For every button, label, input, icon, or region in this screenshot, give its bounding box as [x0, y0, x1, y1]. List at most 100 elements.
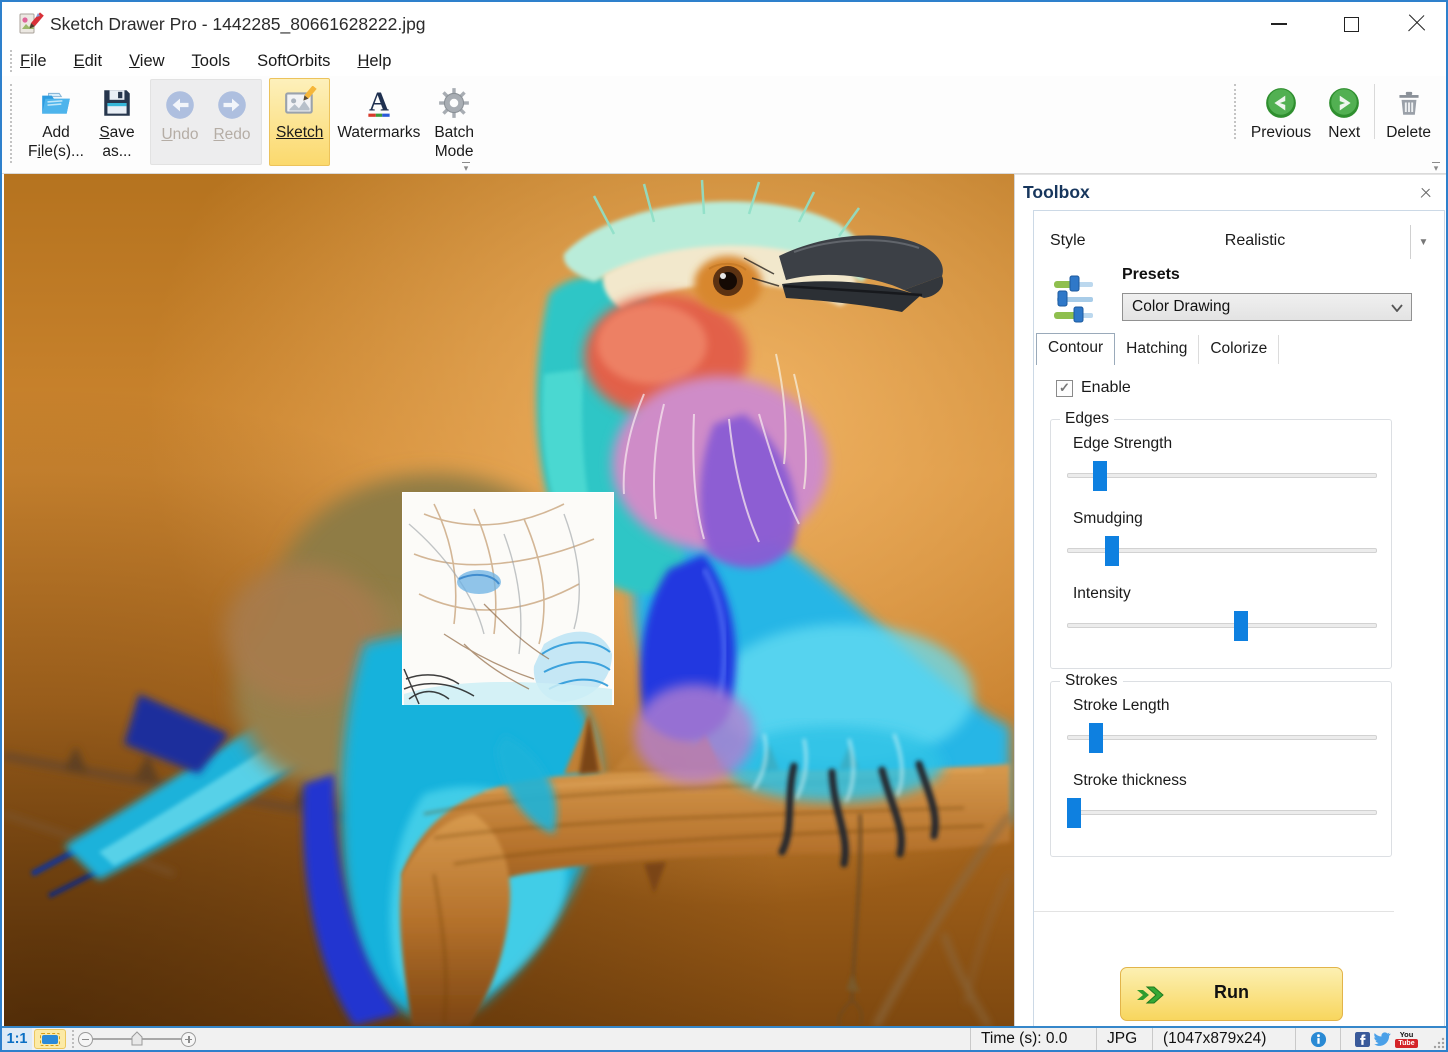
toolbar-button-previous[interactable]: Previous	[1244, 78, 1318, 147]
toolbar-group: Undo Redo	[149, 79, 262, 165]
info-icon[interactable]	[1310, 1031, 1327, 1048]
toolbar-button-sketch[interactable]: Sketch	[268, 78, 331, 166]
slider-stroke-thickness[interactable]	[1065, 794, 1379, 832]
style-label: Style	[1050, 232, 1086, 249]
next-icon	[1327, 86, 1361, 120]
slider-thumb[interactable]	[1067, 798, 1082, 828]
toolbar-button-watermarks[interactable]: A Watermarks	[330, 78, 427, 166]
enable-row: ✓ Enable	[1056, 379, 1131, 397]
toolbar-label: Sketch	[275, 124, 324, 141]
edges-group-title: Edges	[1060, 410, 1114, 428]
slider-edge-strength[interactable]	[1065, 457, 1379, 495]
menu-item-softorbits[interactable]: SoftOrbits	[257, 52, 330, 71]
save-as-icon	[100, 86, 134, 120]
slider-label-edge-strength: Edge Strength	[1073, 435, 1173, 452]
toolbar-button-next[interactable]: Next	[1318, 78, 1370, 147]
slider-label-smudging: Smudging	[1073, 510, 1143, 527]
minimize-button[interactable]	[1258, 8, 1300, 40]
slider-thumb[interactable]	[1233, 611, 1248, 641]
toolbar-button-batch-mode[interactable]: Batch Mode	[427, 78, 481, 166]
close-button[interactable]	[1402, 8, 1432, 40]
toolbox-close-icon[interactable]	[1418, 185, 1434, 201]
fit-to-window-button[interactable]	[34, 1029, 66, 1049]
slider-thumb[interactable]	[1092, 461, 1107, 491]
slider-label-stroke-thickness: Stroke thickness	[1073, 772, 1187, 789]
strokes-group-title: Strokes	[1060, 672, 1123, 690]
toolbar-button-save-as[interactable]: Save as...	[91, 78, 143, 166]
slider-track[interactable]	[1067, 623, 1377, 628]
menu-item-help[interactable]: Help	[357, 52, 391, 71]
window-title: Sketch Drawer Pro - 1442285_80661628222.…	[50, 14, 426, 34]
status-format: JPG	[1096, 1028, 1152, 1050]
toolbar-label: Save	[99, 124, 135, 141]
slider-track[interactable]	[1067, 735, 1377, 740]
title-bar: Sketch Drawer Pro - 1442285_80661628222.…	[2, 2, 1446, 46]
slider-intensity[interactable]	[1065, 607, 1379, 645]
zoom-slider-thumb[interactable]	[131, 1031, 143, 1046]
slider-label-stroke-length: Stroke Length	[1073, 697, 1170, 714]
toolbar: Add File(s)... Save as... Undo Redo Sketch A Wat…	[2, 76, 1446, 174]
tab-hatching[interactable]: Hatching	[1115, 335, 1200, 364]
zoom-in-button[interactable]	[181, 1031, 196, 1047]
status-time: Time (s): 0.0	[970, 1028, 1096, 1050]
enable-checkbox[interactable]: ✓	[1056, 379, 1073, 397]
toolbar-overflow-button[interactable]: ▾	[460, 162, 472, 173]
slider-stroke-length[interactable]	[1065, 719, 1379, 757]
zoom-slider-track[interactable]	[93, 1031, 181, 1046]
tab-contour[interactable]: Contour	[1036, 333, 1116, 365]
menu-item-tools[interactable]: Tools	[192, 52, 231, 71]
menu-item-edit[interactable]: Edit	[74, 52, 102, 71]
presets-value: Color Drawing	[1132, 298, 1231, 315]
zoom-out-button[interactable]	[78, 1031, 93, 1047]
toolbar-label: as...	[102, 143, 132, 160]
zoom-control	[78, 1031, 196, 1047]
toolbar-button-add-files[interactable]: Add File(s)...	[21, 78, 91, 166]
status-bar: 1:1 Time (s): 0.0 JPG (1047x879x24) You …	[2, 1026, 1446, 1050]
slider-thumb[interactable]	[1089, 723, 1104, 753]
facebook-icon[interactable]	[1355, 1031, 1371, 1047]
toolbar-label: Watermarks	[337, 124, 421, 141]
maximize-button[interactable]	[1330, 8, 1372, 40]
toolbar-label: Mode	[434, 143, 474, 160]
menu-item-file[interactable]: File	[20, 52, 47, 71]
toolbar-group: Sketch A Watermarks Batch Mode	[266, 78, 484, 166]
toolbox-title: Toolbox	[1023, 182, 1090, 202]
slider-thumb[interactable]	[1105, 536, 1120, 566]
image-canvas[interactable]	[4, 174, 1014, 1026]
toolbar-label: Batch	[434, 124, 474, 141]
run-label: Run	[1214, 982, 1249, 1002]
presets-combobox[interactable]: Color Drawing	[1122, 293, 1412, 321]
toolbar-label: Add	[42, 124, 70, 141]
menu-item-view[interactable]: View	[129, 52, 164, 71]
slider-track[interactable]	[1067, 473, 1377, 478]
slider-smudging[interactable]	[1065, 532, 1379, 570]
sketch-preview-region[interactable]	[402, 492, 614, 705]
strokes-group: Strokes Stroke Length Stroke thickness	[1050, 672, 1392, 857]
actual-size-button[interactable]: 1:1	[2, 1028, 32, 1050]
run-button[interactable]: Run	[1120, 967, 1343, 1021]
style-dropdown-button[interactable]: ▼	[1410, 225, 1436, 259]
toolbar-label: Previous	[1250, 124, 1312, 141]
toolbar-overflow-button-right[interactable]: ▾	[1430, 162, 1442, 173]
youtube-icon[interactable]: You Tube	[1395, 1030, 1418, 1048]
toolbox-header: Toolbox	[1015, 174, 1446, 210]
undo-icon	[163, 88, 197, 122]
twitter-icon[interactable]	[1374, 1032, 1392, 1046]
menu-bar: File Edit View Tools SoftOrbits Help	[2, 46, 1446, 76]
edges-group: Edges Edge Strength Smudging Intensity	[1050, 410, 1392, 669]
resize-grip[interactable]	[1432, 1028, 1446, 1050]
presets-label: Presets	[1122, 266, 1180, 283]
presets-sliders-icon	[1052, 273, 1098, 323]
toolbar-label: Undo	[161, 126, 199, 143]
slider-track[interactable]	[1067, 810, 1377, 815]
panel-divider	[1034, 911, 1394, 912]
toolbar-label: Delete	[1386, 124, 1431, 141]
toolbox-tabs: Contour Hatching Colorize	[1036, 333, 1280, 365]
app-window: Sketch Drawer Pro - 1442285_80661628222.…	[0, 0, 1448, 1052]
style-value[interactable]: Realistic	[1114, 232, 1396, 250]
add-files-icon	[39, 86, 73, 120]
toolbar-button-delete[interactable]: Delete	[1379, 78, 1438, 147]
tab-colorize[interactable]: Colorize	[1199, 335, 1280, 364]
svg-text:A: A	[369, 86, 389, 116]
slider-label-intensity: Intensity	[1073, 585, 1131, 602]
